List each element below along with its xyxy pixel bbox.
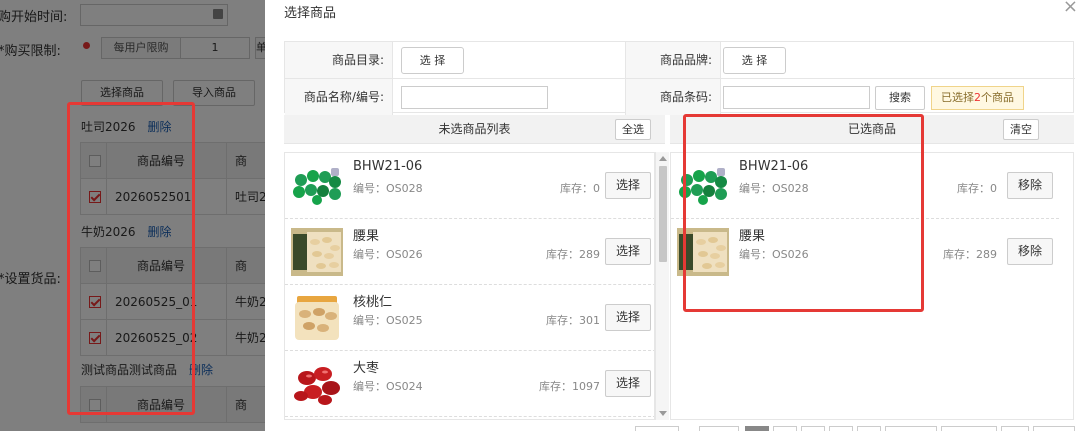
- product-thumbnail-walnut: [295, 296, 339, 340]
- pager-button[interactable]: [699, 426, 739, 431]
- scroll-thumb[interactable]: [659, 166, 667, 262]
- remove-item-button[interactable]: 移除: [1007, 172, 1053, 199]
- name-code-label: 商品名称/编号:: [285, 79, 393, 115]
- barcode-input[interactable]: [723, 86, 870, 109]
- pager-button[interactable]: [941, 426, 997, 431]
- clear-button[interactable]: 清空: [1003, 119, 1039, 140]
- item-code: 编号：OS025: [353, 314, 423, 327]
- filter-row: 商品名称/编号: 商品条码: 搜索 已选择2个商品: [285, 78, 1075, 115]
- name-code-input[interactable]: [401, 86, 548, 109]
- catalog-select-button[interactable]: 选 择: [401, 47, 464, 74]
- list-item: 核桃仁 编号：OS025 库存：301 选择: [285, 285, 654, 351]
- select-item-button[interactable]: 选择: [605, 238, 651, 265]
- list-scrollbar[interactable]: [655, 152, 669, 420]
- item-code: 编号：OS028: [353, 182, 423, 195]
- unselected-goods-list[interactable]: BHW21-06 编号：OS028 库存：0 选择 腰果 编号：OS026 库存…: [284, 152, 655, 420]
- select-all-button[interactable]: 全选: [615, 119, 651, 140]
- unselected-list-header: 未选商品列表 全选: [284, 115, 665, 144]
- product-thumbnail-bracelet: [293, 168, 341, 205]
- select-item-button[interactable]: 选择: [605, 370, 651, 397]
- select-item-button[interactable]: 选择: [605, 304, 651, 331]
- item-stock: 库存：0: [560, 182, 600, 195]
- item-stock: 库存：289: [943, 248, 997, 261]
- select-goods-dialog: 选择商品 × 商品目录: 选 择 商品品牌: 选 择 商品名称/编号: 商品条码…: [265, 0, 1080, 431]
- selected-prefix: 已选择: [941, 91, 974, 104]
- item-stock: 库存：0: [957, 182, 997, 195]
- barcode-label: 商品条码:: [625, 79, 721, 115]
- highlight-box-right: [683, 114, 924, 312]
- list-item: BHW21-06 编号：OS028 库存：0 选择: [285, 153, 654, 219]
- filter-panel: 商品目录: 选 择 商品品牌: 选 择 商品名称/编号: 商品条码: 搜索 已选…: [284, 41, 1075, 115]
- pager-button[interactable]: [857, 426, 881, 431]
- item-stock: 库存：289: [546, 248, 600, 261]
- item-name: 腰果: [353, 229, 380, 244]
- product-thumbnail-jujube: [294, 367, 340, 405]
- filter-row: 商品目录: 选 择 商品品牌: 选 择: [285, 42, 1075, 78]
- pager-button[interactable]: [1001, 426, 1029, 431]
- select-item-button[interactable]: 选择: [605, 172, 651, 199]
- brand-label: 商品品牌:: [625, 42, 721, 78]
- item-code: 编号：OS026: [353, 248, 423, 261]
- scroll-down-icon[interactable]: [659, 411, 667, 416]
- pager-button[interactable]: [635, 426, 679, 431]
- selected-suffix: 个商品: [981, 91, 1014, 104]
- item-name: 核桃仁: [353, 295, 393, 310]
- dialog-title: 选择商品: [284, 6, 337, 21]
- pager-current-page[interactable]: [745, 426, 769, 431]
- highlight-box-left: [67, 102, 195, 415]
- pager-button[interactable]: [801, 426, 825, 431]
- list-item: 腰果 编号：OS026 库存：289 选择: [285, 219, 654, 285]
- list-item: 大枣 编号：OS024 库存：1097 选择: [285, 351, 654, 417]
- item-stock: 库存：301: [546, 314, 600, 327]
- catalog-label: 商品目录:: [285, 42, 393, 78]
- pager-button[interactable]: [773, 426, 797, 431]
- pager-button[interactable]: [1033, 426, 1075, 431]
- selected-count: 2: [974, 91, 981, 104]
- search-button[interactable]: 搜索: [875, 86, 925, 110]
- product-thumbnail-cashew: [291, 228, 343, 276]
- close-icon[interactable]: ×: [1063, 0, 1078, 17]
- item-stock: 库存：1097: [539, 380, 600, 393]
- scroll-up-icon[interactable]: [659, 156, 667, 161]
- pager-button[interactable]: [885, 426, 937, 431]
- unselected-list-title: 未选商品列表: [438, 122, 511, 136]
- pager-button[interactable]: [829, 426, 853, 431]
- remove-item-button[interactable]: 移除: [1007, 238, 1053, 265]
- item-code: 编号：OS024: [353, 380, 423, 393]
- item-name: 大枣: [353, 361, 380, 376]
- selected-count-badge: 已选择2个商品: [931, 86, 1024, 110]
- item-name: BHW21-06: [353, 159, 423, 174]
- brand-select-button[interactable]: 选 择: [723, 47, 786, 74]
